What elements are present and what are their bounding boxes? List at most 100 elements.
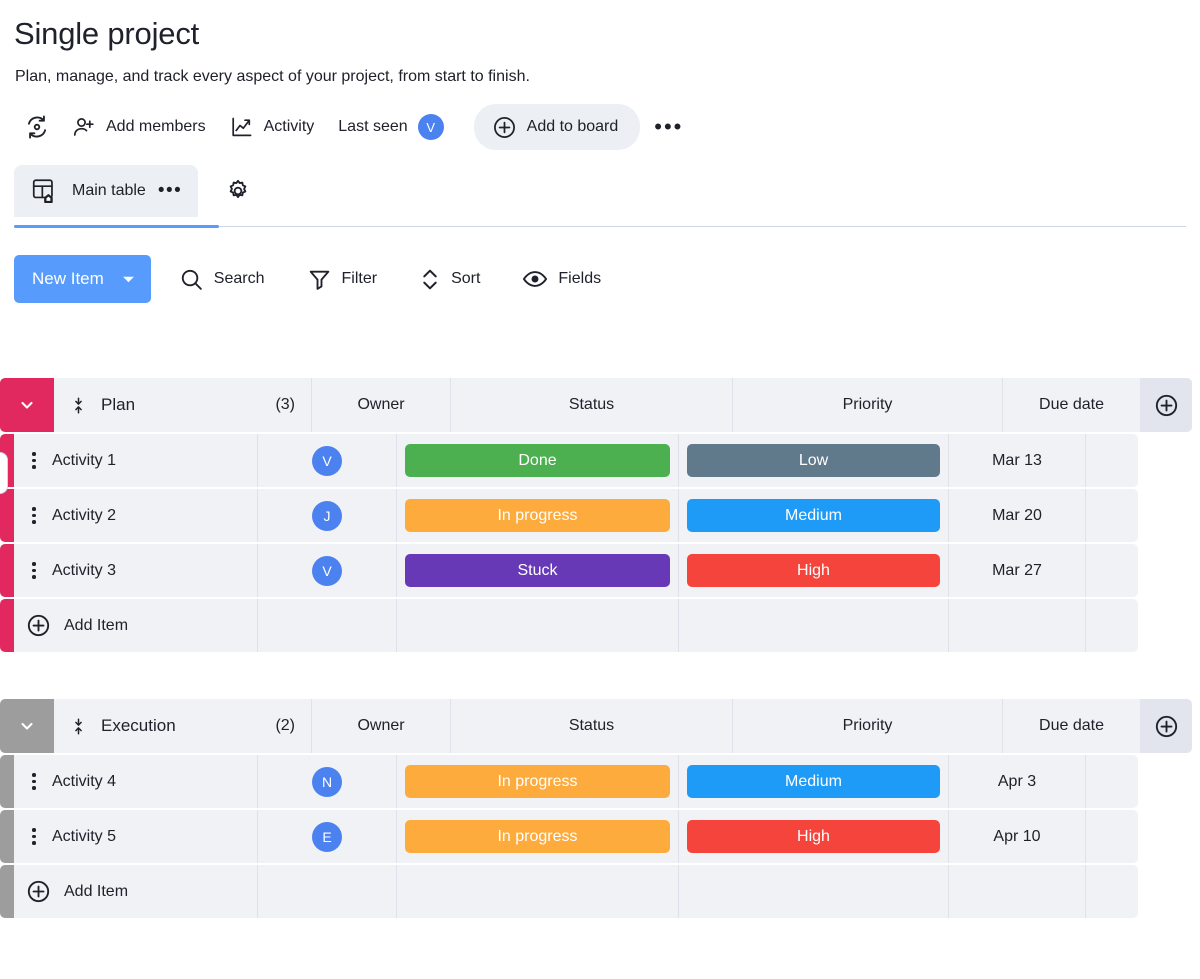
status-badge[interactable]: In progress <box>405 499 670 532</box>
priority-badge[interactable]: Low <box>687 444 940 477</box>
priority-badge[interactable]: Medium <box>687 765 940 798</box>
activity-log-button[interactable] <box>14 107 60 147</box>
group-title-cell[interactable]: Plan(3) <box>54 378 312 432</box>
chevron-down-icon[interactable] <box>118 255 151 303</box>
add-item-priority-cell <box>679 865 949 918</box>
add-members-button[interactable]: Add members <box>60 107 218 147</box>
cell-status[interactable]: In progress <box>397 489 679 542</box>
avatar[interactable]: E <box>312 822 342 852</box>
add-column-button[interactable] <box>1140 378 1192 432</box>
cell-due-date[interactable]: Mar 13 <box>949 434 1086 487</box>
row-menu-button[interactable] <box>32 452 36 469</box>
row-tail-cell <box>1086 489 1138 542</box>
group-collapse-toggle[interactable] <box>0 699 54 753</box>
row-menu-button[interactable] <box>32 562 36 579</box>
board-settings-button[interactable] <box>218 171 258 211</box>
column-header-status[interactable]: Status <box>451 378 733 432</box>
tab-main-table-label: Main table <box>72 182 146 200</box>
table-row[interactable]: Activity 4 N In progress Medium Apr 3 <box>0 755 1200 808</box>
table-row[interactable]: Activity 2 J In progress Medium Mar 20 <box>0 489 1200 542</box>
avatar[interactable]: N <box>312 767 342 797</box>
fields-button[interactable]: Fields <box>508 259 615 299</box>
cell-due-date[interactable]: Mar 20 <box>949 489 1086 542</box>
cell-priority[interactable]: High <box>679 810 949 863</box>
cell-status[interactable]: In progress <box>397 810 679 863</box>
add-item-cell[interactable]: Add Item <box>14 865 258 918</box>
column-header-priority[interactable]: Priority <box>733 699 1003 753</box>
table-row[interactable]: Activity 1 V Done Low Mar 13 <box>0 434 1200 487</box>
cell-priority[interactable]: High <box>679 544 949 597</box>
cell-status[interactable]: In progress <box>397 755 679 808</box>
column-header-due-date[interactable]: Due date <box>1003 699 1140 753</box>
row-menu-button[interactable] <box>32 828 36 845</box>
priority-badge[interactable]: Medium <box>687 499 940 532</box>
group-drag-icon[interactable] <box>72 397 85 414</box>
last-seen-button[interactable]: Last seen V <box>326 107 455 147</box>
cell-due-date[interactable]: Apr 10 <box>949 810 1086 863</box>
column-header-owner[interactable]: Owner <box>312 699 451 753</box>
board-more-button[interactable]: ••• <box>640 107 697 147</box>
plus-circle-icon <box>26 613 51 638</box>
cell-item-name[interactable]: Activity 3 <box>14 544 258 597</box>
row-menu-button[interactable] <box>32 507 36 524</box>
cell-priority[interactable]: Low <box>679 434 949 487</box>
cell-priority[interactable]: Medium <box>679 489 949 542</box>
tab-more-button[interactable]: ••• <box>158 180 182 202</box>
cell-due-date[interactable]: Apr 3 <box>949 755 1086 808</box>
sort-button[interactable]: Sort <box>405 259 494 299</box>
filter-button[interactable]: Filter <box>293 259 392 299</box>
cell-status[interactable]: Done <box>397 434 679 487</box>
search-button[interactable]: Search <box>165 259 279 299</box>
column-header-priority[interactable]: Priority <box>733 378 1003 432</box>
page-title: Single project <box>14 14 199 54</box>
add-item-row[interactable]: Add Item <box>0 599 1200 652</box>
avatar[interactable]: J <box>312 501 342 531</box>
column-header-owner[interactable]: Owner <box>312 378 451 432</box>
row-hover-handle[interactable] <box>0 452 8 494</box>
add-item-cell[interactable]: Add Item <box>14 599 258 652</box>
priority-badge[interactable]: High <box>687 820 940 853</box>
status-badge[interactable]: Stuck <box>405 554 670 587</box>
cell-owner[interactable]: E <box>258 810 397 863</box>
avatar[interactable]: V <box>312 446 342 476</box>
status-badge[interactable]: In progress <box>405 765 670 798</box>
row-menu-button[interactable] <box>32 773 36 790</box>
add-column-button[interactable] <box>1140 699 1192 753</box>
activity-log-icon <box>24 114 50 140</box>
group-drag-icon[interactable] <box>72 718 85 735</box>
priority-badge[interactable]: High <box>687 554 940 587</box>
column-header-status[interactable]: Status <box>451 699 733 753</box>
cell-owner[interactable]: J <box>258 489 397 542</box>
table-row[interactable]: Activity 5 E In progress High Apr 10 <box>0 810 1200 863</box>
cell-item-name[interactable]: Activity 1 <box>14 434 258 487</box>
status-badge[interactable]: In progress <box>405 820 670 853</box>
cell-status[interactable]: Stuck <box>397 544 679 597</box>
group-collapse-toggle[interactable] <box>0 378 54 432</box>
board-actionbar: Add members Activity Last seen V <box>14 103 697 151</box>
add-item-owner-cell <box>258 599 397 652</box>
add-to-board-button[interactable]: Add to board <box>474 104 641 150</box>
status-badge[interactable]: Done <box>405 444 670 477</box>
table-row[interactable]: Activity 3 V Stuck High Mar 27 <box>0 544 1200 597</box>
column-header-due-date[interactable]: Due date <box>1003 378 1140 432</box>
group-title-cell[interactable]: Execution(2) <box>54 699 312 753</box>
cell-item-name[interactable]: Activity 4 <box>14 755 258 808</box>
cell-owner[interactable]: N <box>258 755 397 808</box>
avatar[interactable]: V <box>418 114 444 140</box>
cell-owner[interactable]: V <box>258 544 397 597</box>
activity-button[interactable]: Activity <box>218 107 327 147</box>
add-item-row[interactable]: Add Item <box>0 865 1200 918</box>
item-name: Activity 1 <box>52 452 116 470</box>
avatar[interactable]: V <box>312 556 342 586</box>
tab-main-table[interactable]: Main table ••• <box>14 165 198 217</box>
cell-owner[interactable]: V <box>258 434 397 487</box>
cell-priority[interactable]: Medium <box>679 755 949 808</box>
add-item-label: Add Item <box>64 883 128 901</box>
search-label: Search <box>214 270 265 288</box>
new-item-button[interactable]: New Item <box>14 255 151 303</box>
cell-item-name[interactable]: Activity 2 <box>14 489 258 542</box>
cell-item-name[interactable]: Activity 5 <box>14 810 258 863</box>
search-icon <box>179 267 204 292</box>
board-table: Plan(3)OwnerStatusPriorityDue dateActivi… <box>0 378 1200 920</box>
cell-due-date[interactable]: Mar 27 <box>949 544 1086 597</box>
